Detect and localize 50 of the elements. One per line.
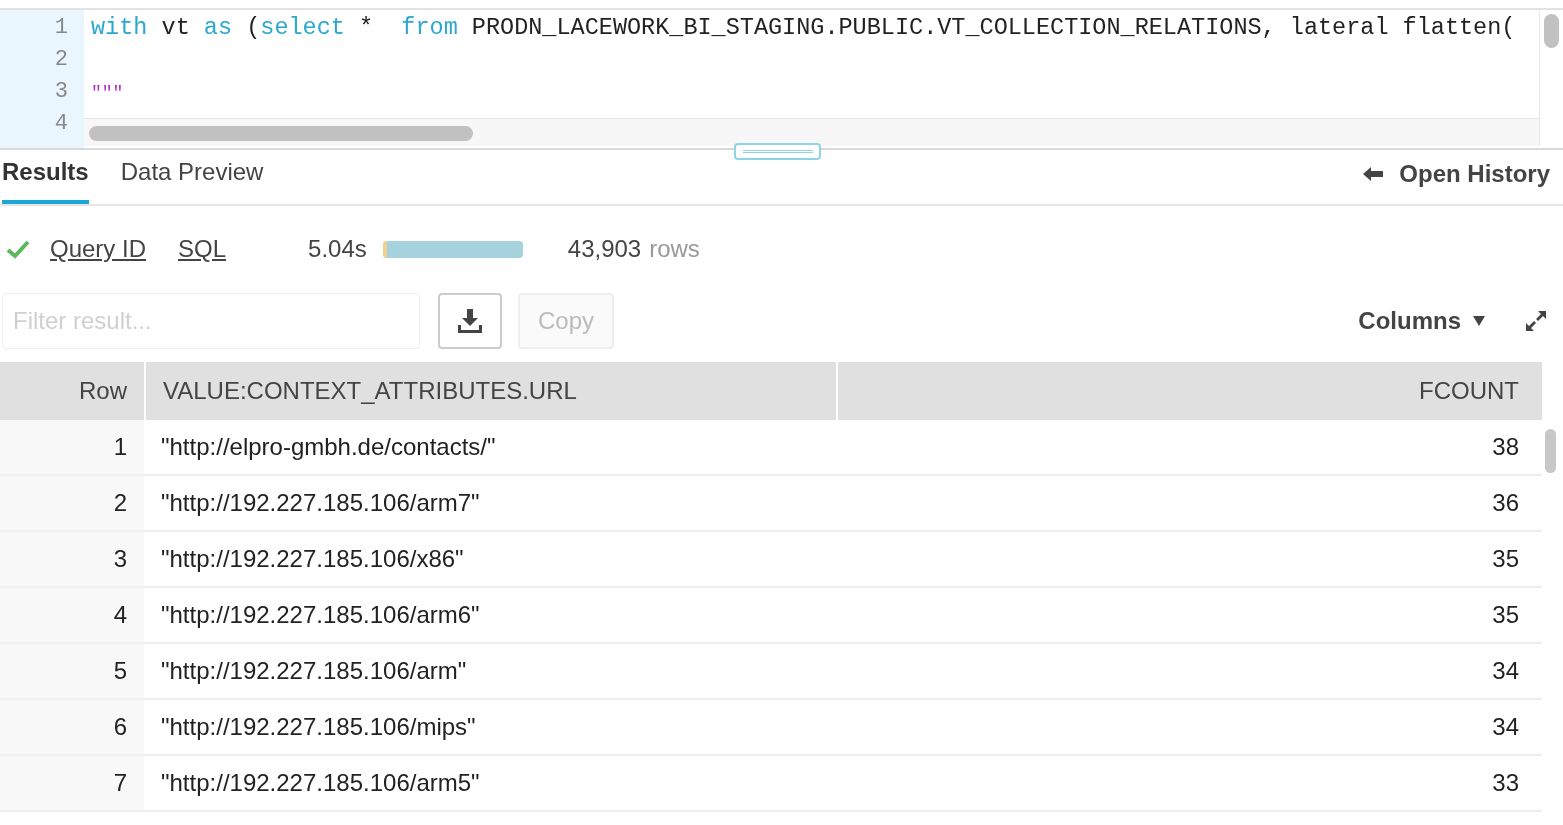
resize-handle[interactable] bbox=[734, 143, 821, 160]
table-cell-text: 36 bbox=[1491, 488, 1520, 518]
table-cell-text: 33 bbox=[1491, 768, 1520, 798]
line-number: 4 bbox=[53, 110, 69, 138]
column-header[interactable]: VALUE:CONTEXT_ATTRIBUTES.URL bbox=[144, 362, 838, 420]
row-count: 43,903 bbox=[567, 234, 642, 264]
duration-text: 5.04s bbox=[308, 234, 367, 264]
table-cell: 3 bbox=[0, 532, 144, 586]
table-cell-text: "http://192.227.185.106/arm6" bbox=[160, 600, 481, 630]
table-cell-text: 38 bbox=[1491, 432, 1520, 462]
table-cell-text: "http://192.227.185.106/arm" bbox=[160, 656, 468, 686]
horizontal-scrollbar[interactable] bbox=[89, 126, 473, 141]
tab[interactable]: Data Preview bbox=[120, 154, 264, 204]
table-cell-text: "http://192.227.185.106/arm7" bbox=[160, 488, 481, 518]
line-number: 2 bbox=[53, 46, 69, 74]
table-cell: 6 bbox=[0, 700, 144, 754]
line-number: 3 bbox=[53, 78, 69, 106]
expand-button[interactable] bbox=[1525, 310, 1547, 332]
table-cell: 1 bbox=[0, 420, 144, 474]
code-line: """ bbox=[91, 82, 124, 105]
table-cell-text: 35 bbox=[1491, 600, 1520, 630]
vertical-scrollbar[interactable] bbox=[1544, 14, 1559, 48]
table-cell-text: 35 bbox=[1491, 544, 1520, 574]
table-cell-text: "http://192.227.185.106/arm5" bbox=[160, 768, 481, 798]
column-header[interactable]: FCOUNT bbox=[838, 362, 1542, 420]
arrow-left-icon bbox=[1363, 167, 1384, 181]
query-id-link[interactable]: Query ID bbox=[50, 231, 147, 267]
caret-icon bbox=[1473, 316, 1485, 326]
tab[interactable]: Results bbox=[2, 154, 89, 204]
code-editor[interactable]: 1 2 3 4 with vt as (select * from PRODN_LACEWORK_BI_STAGING.PUBLIC.VT_COLLECTION_RELATIONS, lateral flatten( """ bbox=[0, 10, 1563, 148]
table-cell-text: 34 bbox=[1491, 712, 1520, 742]
column-header[interactable]: Row bbox=[0, 362, 144, 420]
table-cell: 2 bbox=[0, 476, 144, 530]
table-cell-text: "http://192.227.185.106/x86" bbox=[160, 544, 465, 574]
expand-icon bbox=[1525, 310, 1547, 332]
table-cell-text: 34 bbox=[1491, 656, 1520, 686]
row-unit: rows bbox=[649, 234, 700, 264]
table-cell-text: "http://192.227.185.106/mips" bbox=[160, 712, 477, 742]
download-icon bbox=[457, 308, 483, 334]
download-button[interactable] bbox=[438, 293, 502, 349]
table-cell: 7 bbox=[0, 756, 144, 810]
table-cell: 4 bbox=[0, 588, 144, 642]
code-line: with vt as (select * from PRODN_LACEWORK_BI_STAGING.PUBLIC.VT_COLLECTION_RELATIONS, lateral flatten( bbox=[91, 13, 1516, 43]
open-history-button[interactable]: Open History bbox=[1363, 156, 1563, 204]
sql-link[interactable]: SQL bbox=[178, 231, 227, 267]
table-cell-text: "http://elpro-gmbh.de/contacts/" bbox=[160, 432, 497, 462]
table-cell: 5 bbox=[0, 644, 144, 698]
columns-dropdown[interactable]: Columns bbox=[1358, 303, 1485, 339]
line-number: 1 bbox=[53, 14, 69, 42]
table-scrollbar[interactable] bbox=[1545, 429, 1556, 473]
